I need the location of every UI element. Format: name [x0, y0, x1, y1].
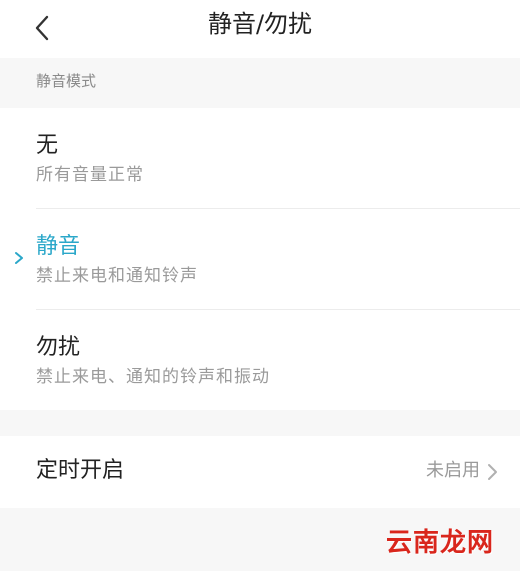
option-name: 无: [36, 133, 59, 158]
option-description: 禁止来电和通知铃声: [36, 266, 198, 286]
option-name: 勿扰: [36, 335, 81, 360]
section-gap: [0, 410, 520, 436]
option-description: 所有音量正常: [36, 165, 144, 185]
option-name: 静音: [36, 234, 81, 259]
chevron-right-icon: [488, 464, 497, 480]
screen: 静音/勿扰 静音模式 无 所有音量正常 静音 禁止来电和通知铃声 勿扰 禁止来电…: [0, 0, 520, 571]
header-bar: 静音/勿扰: [0, 0, 520, 58]
option-none[interactable]: 无 所有音量正常: [0, 108, 520, 208]
scheduled-enable-row[interactable]: 定时开启 未启用: [0, 436, 520, 508]
scheduled-enable-status: 未启用: [426, 460, 480, 481]
option-do-not-disturb[interactable]: 勿扰 禁止来电、通知的铃声和振动: [0, 310, 520, 410]
option-description: 禁止来电、通知的铃声和振动: [36, 367, 270, 387]
selected-chevron-icon: [15, 252, 23, 264]
watermark-logo: 云南龙网: [385, 528, 494, 558]
option-mute[interactable]: 静音 禁止来电和通知铃声: [0, 209, 520, 309]
scheduled-enable-label: 定时开启: [36, 458, 125, 483]
page-title: 静音/勿扰: [207, 10, 313, 38]
section-label: 静音模式: [36, 72, 97, 90]
